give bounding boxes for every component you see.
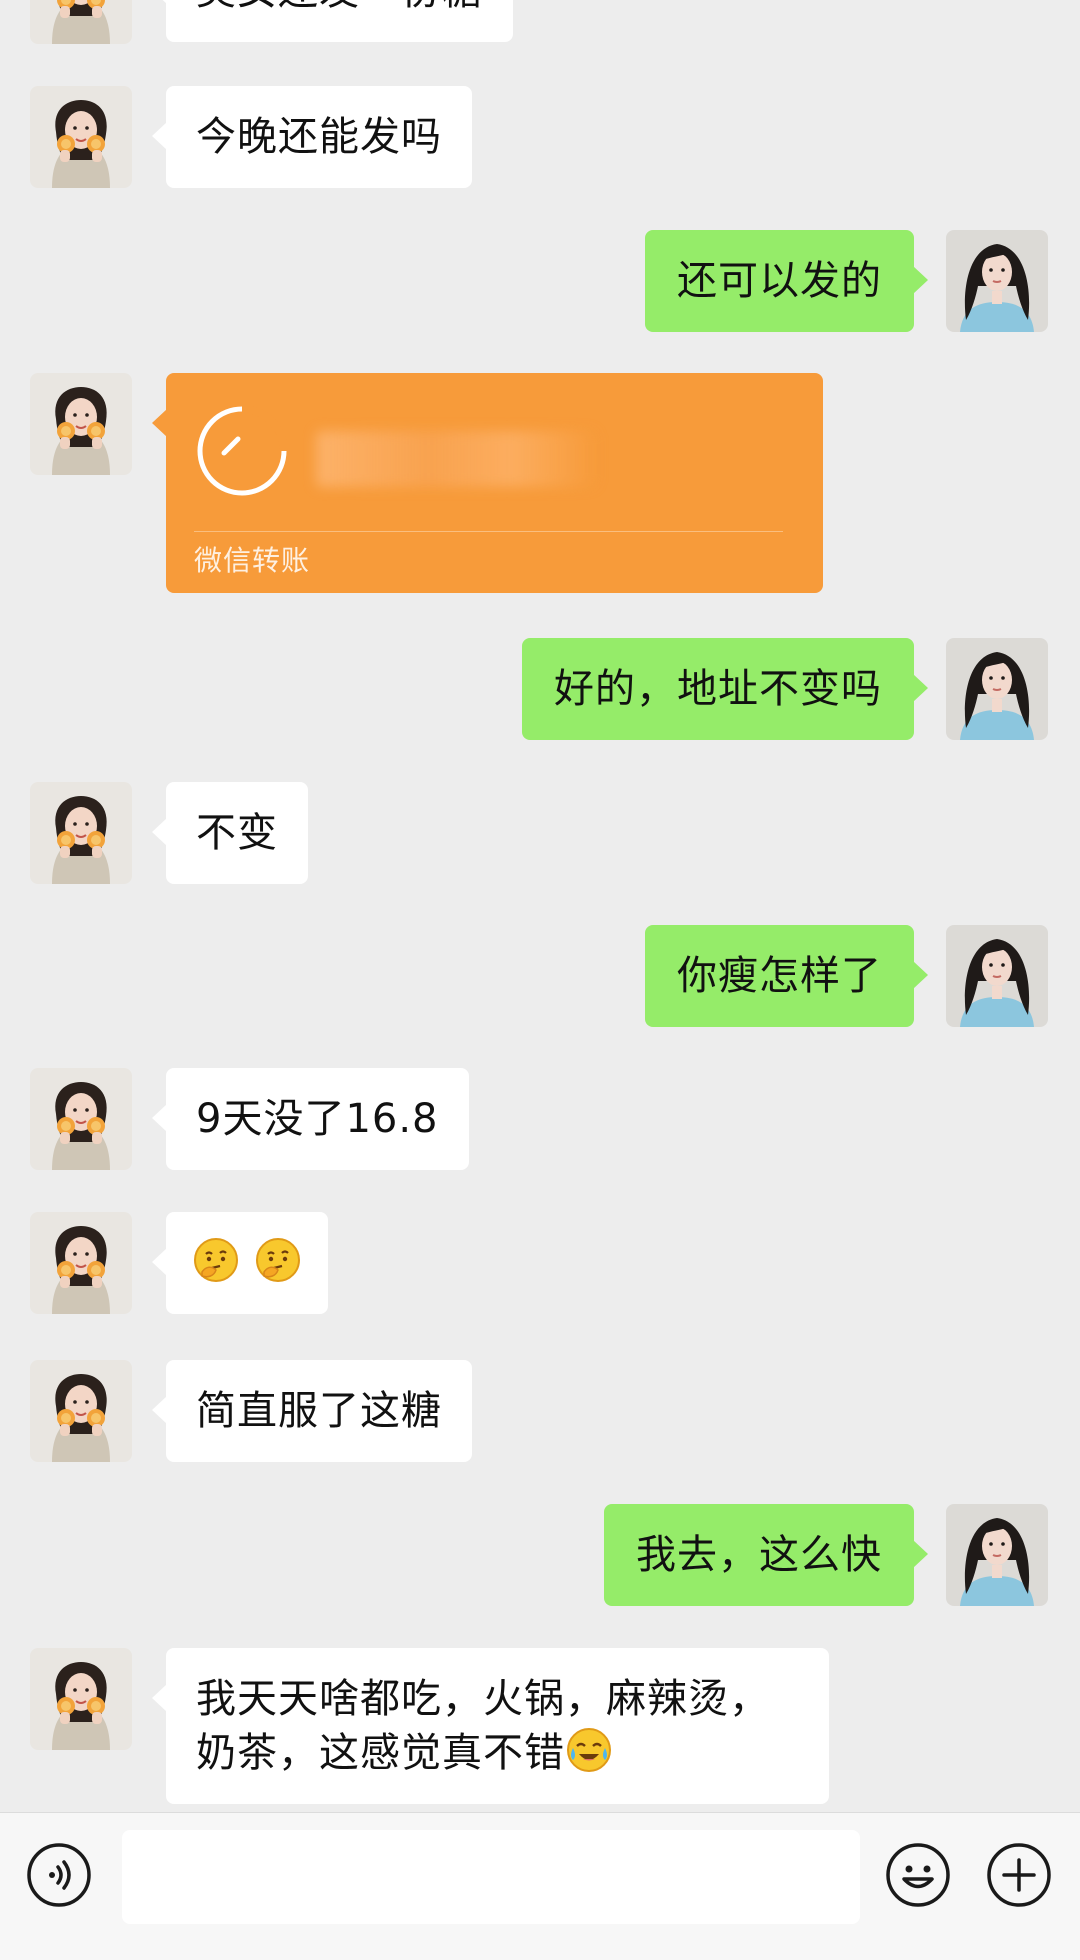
my-avatar[interactable] — [946, 1504, 1048, 1606]
outgoing-message: 你瘦怎样了 — [645, 925, 928, 1027]
contact-avatar[interactable] — [30, 1068, 132, 1170]
chat-area[interactable]: 美女还发一份糖 今晚还能发吗 还可以发的 微信转账 好的，地址不变吗 不变 你瘦… — [0, 0, 1080, 1812]
transfer-icon — [197, 405, 288, 496]
transfer-divider — [194, 531, 783, 532]
incoming-message: 不变 — [152, 782, 308, 884]
message-line: 我天天啥都吃，火锅，麻辣烫， — [196, 1676, 770, 1722]
contact-avatar[interactable] — [30, 1360, 132, 1462]
outgoing-message: 还可以发的 — [645, 230, 928, 332]
message-input[interactable] — [122, 1830, 860, 1924]
incoming-message: 我天天啥都吃，火锅，麻辣烫， 奶茶，这感觉真不错 — [152, 1648, 829, 1804]
my-avatar[interactable] — [946, 638, 1048, 740]
emoji-message — [152, 1212, 328, 1314]
message-line: 奶茶，这感觉真不错 — [196, 1730, 565, 1776]
incoming-message: 今晚还能发吗 — [152, 86, 472, 188]
voice-icon[interactable] — [26, 1842, 92, 1908]
smiley-icon[interactable] — [885, 1842, 951, 1908]
wechat-transfer-card[interactable]: 微信转账 — [152, 373, 823, 593]
thinking-face-icon — [192, 1236, 240, 1284]
contact-avatar[interactable] — [30, 373, 132, 475]
message-line-with-emoji: 奶茶，这感觉真不错 — [196, 1726, 799, 1780]
incoming-message: 简直服了这糖 — [152, 1360, 472, 1462]
my-avatar[interactable] — [946, 925, 1048, 1027]
blurred-amount — [316, 431, 596, 487]
outgoing-message: 好的，地址不变吗 — [522, 638, 928, 740]
contact-avatar[interactable] — [30, 1648, 132, 1750]
laughing-crying-face-icon — [565, 1726, 613, 1774]
incoming-message: 美女还发一份糖 — [152, 0, 513, 42]
outgoing-message: 我去，这么快 — [604, 1504, 928, 1606]
plus-icon[interactable] — [986, 1842, 1052, 1908]
incoming-message: 9天没了16.8 — [152, 1068, 469, 1170]
contact-avatar[interactable] — [30, 0, 132, 44]
my-avatar[interactable] — [946, 230, 1048, 332]
contact-avatar[interactable] — [30, 1212, 132, 1314]
contact-avatar[interactable] — [30, 86, 132, 188]
transfer-label: 微信转账 — [194, 544, 311, 577]
contact-avatar[interactable] — [30, 782, 132, 884]
thinking-face-icon — [254, 1236, 302, 1284]
